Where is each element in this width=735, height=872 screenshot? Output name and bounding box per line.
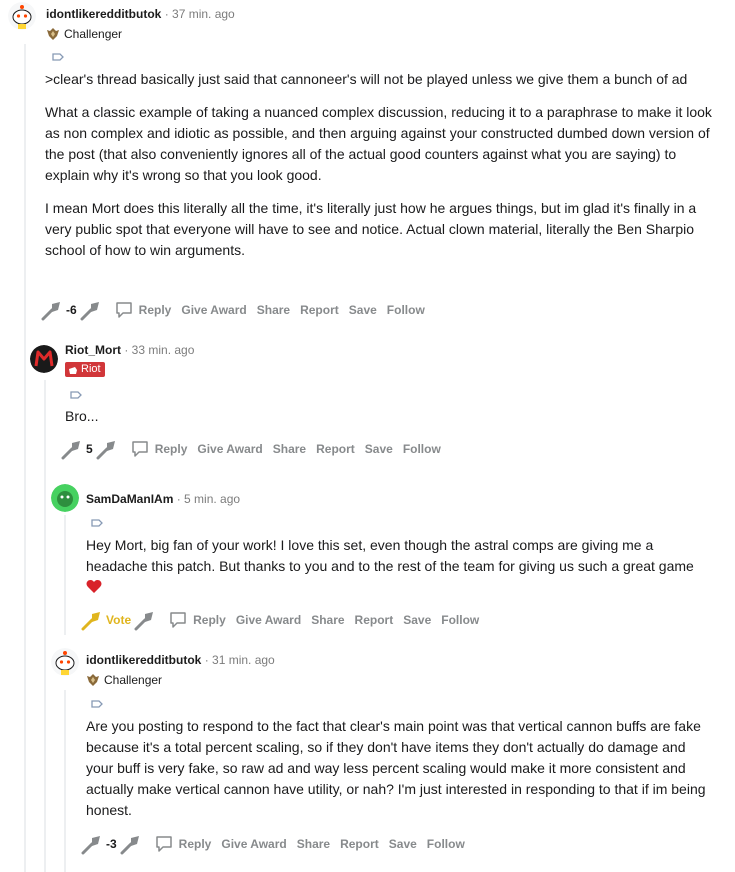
timestamp[interactable]: · 31 min. ago	[205, 653, 275, 667]
tag-icon[interactable]	[91, 699, 103, 709]
comment-paragraph: What a classic example of taking a nuanc…	[45, 104, 712, 183]
snoo-avatar-icon[interactable]	[8, 2, 36, 30]
thread-line-4[interactable]	[64, 690, 66, 872]
username[interactable]: idontlikeredditbutok	[46, 7, 161, 21]
username[interactable]: Riot_Mort	[65, 343, 121, 357]
upvote-icon[interactable]	[80, 609, 104, 631]
reply-bubble-icon	[131, 441, 148, 457]
reply-button[interactable]: Reply	[115, 301, 172, 319]
upvote-icon[interactable]	[40, 299, 64, 321]
comment-meta: SamDaManIAm · 5 min. ago	[86, 491, 240, 507]
green-avatar-icon[interactable]	[51, 484, 79, 512]
save-button[interactable]: Save	[403, 613, 431, 627]
thread-line-3[interactable]	[64, 515, 66, 635]
flair-text: Challenger	[104, 673, 163, 687]
follow-button[interactable]: Follow	[387, 303, 425, 317]
riot-fist-icon	[69, 366, 77, 374]
follow-button[interactable]: Follow	[441, 613, 479, 627]
riot-avatar-icon[interactable]	[30, 345, 58, 373]
reply-button[interactable]: Reply	[131, 440, 188, 458]
comment-paragraph: Hey Mort, big fan of your work! I love t…	[86, 535, 706, 598]
comment-paragraph: I mean Mort does this literally all the …	[45, 200, 697, 258]
report-button[interactable]: Report	[300, 303, 339, 317]
upvote-icon[interactable]	[80, 833, 104, 855]
comment-actions: -6 Reply Give Award Share Report Save Fo…	[40, 298, 425, 322]
comment-actions: Vote Reply Give Award Share Report Save …	[80, 608, 479, 632]
share-button[interactable]: Share	[297, 837, 330, 851]
username[interactable]: SamDaManIAm	[86, 492, 173, 506]
give-award-button[interactable]: Give Award	[181, 303, 246, 317]
heart-emoji-icon	[86, 580, 102, 593]
follow-button[interactable]: Follow	[427, 837, 465, 851]
challenger-flair-icon	[47, 28, 59, 40]
vote-count: -3	[106, 837, 117, 851]
downvote-icon[interactable]	[119, 833, 143, 855]
timestamp[interactable]: · 33 min. ago	[124, 343, 194, 357]
reply-bubble-icon	[115, 302, 132, 318]
comment-paragraph: Bro...	[65, 408, 99, 424]
follow-button[interactable]: Follow	[403, 442, 441, 456]
reply-label: Reply	[178, 837, 212, 851]
reply-label: Reply	[138, 303, 172, 317]
save-button[interactable]: Save	[389, 837, 417, 851]
comment-meta: idontlikeredditbutok · 31 min. ago	[86, 652, 275, 668]
downvote-icon[interactable]	[79, 299, 103, 321]
downvote-icon[interactable]	[95, 438, 119, 460]
tag-icon[interactable]	[91, 518, 103, 528]
challenger-flair-icon	[87, 674, 99, 686]
flair-text: Challenger	[64, 27, 123, 41]
tag-icon[interactable]	[70, 390, 82, 400]
comment-body: Are you posting to respond to the fact t…	[86, 716, 706, 833]
report-button[interactable]: Report	[316, 442, 355, 456]
reply-label: Reply	[154, 442, 188, 456]
riot-flair-badge: Riot	[65, 362, 105, 377]
snoo-avatar-icon[interactable]	[51, 648, 79, 676]
user-flair: Challenger	[86, 672, 162, 688]
give-award-button[interactable]: Give Award	[221, 837, 286, 851]
save-button[interactable]: Save	[365, 442, 393, 456]
vote-label: Vote	[106, 613, 132, 627]
user-flair: Challenger	[46, 26, 122, 42]
reply-bubble-icon	[155, 836, 172, 852]
give-award-button[interactable]: Give Award	[197, 442, 262, 456]
comment-paragraph: >clear's thread basically just said that…	[45, 71, 688, 87]
comment-body: Hey Mort, big fan of your work! I love t…	[86, 535, 706, 610]
share-button[interactable]: Share	[273, 442, 306, 456]
comment-actions: 5 Reply Give Award Share Report Save Fol…	[60, 437, 441, 461]
share-button[interactable]: Share	[311, 613, 344, 627]
report-button[interactable]: Report	[340, 837, 379, 851]
reply-label: Reply	[193, 613, 226, 627]
upvote-icon[interactable]	[60, 438, 84, 460]
reply-bubble-icon	[170, 612, 186, 628]
tag-icon[interactable]	[52, 52, 64, 62]
thread-line-2[interactable]	[44, 380, 46, 872]
comment-actions: -3 Reply Give Award Share Report Save Fo…	[80, 832, 465, 856]
vote-count: -6	[66, 303, 77, 317]
thread-line-1[interactable]	[24, 44, 26, 872]
comment-meta: Riot_Mort · 33 min. ago	[65, 342, 194, 358]
downvote-icon[interactable]	[133, 609, 157, 631]
comment-paragraph: Are you posting to respond to the fact t…	[86, 718, 706, 818]
give-award-button[interactable]: Give Award	[236, 613, 301, 627]
username[interactable]: idontlikeredditbutok	[86, 653, 201, 667]
timestamp[interactable]: · 37 min. ago	[165, 7, 235, 21]
comment-body: Bro...	[65, 406, 705, 439]
user-flair: Riot	[65, 362, 105, 377]
comment-body: >clear's thread basically just said that…	[45, 69, 715, 273]
reply-button[interactable]: Reply	[155, 835, 212, 853]
timestamp[interactable]: · 5 min. ago	[177, 492, 240, 506]
report-button[interactable]: Report	[355, 613, 394, 627]
comment-meta: idontlikeredditbutok · 37 min. ago	[46, 6, 235, 22]
flair-text: Riot	[81, 363, 101, 375]
save-button[interactable]: Save	[349, 303, 377, 317]
comment-text: Hey Mort, big fan of your work! I love t…	[86, 537, 694, 574]
share-button[interactable]: Share	[257, 303, 290, 317]
reply-button[interactable]: Reply	[169, 611, 226, 629]
vote-count: 5	[86, 442, 93, 456]
